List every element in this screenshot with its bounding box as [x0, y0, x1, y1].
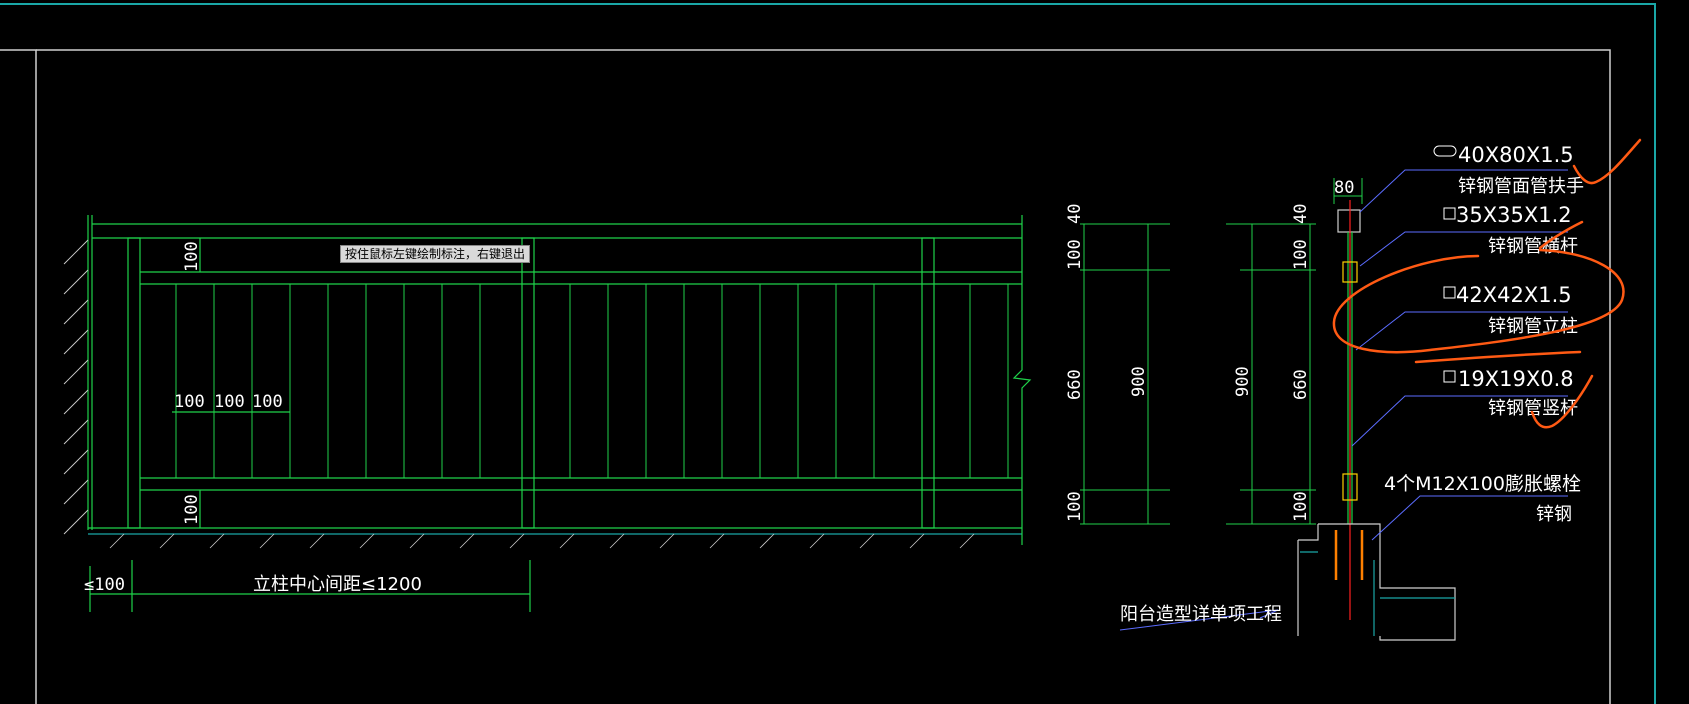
- dim-end-offset: ≤100: [84, 575, 125, 595]
- section-dimensions: [1080, 178, 1363, 525]
- label-baluster-size: 19X19X0.8: [1458, 367, 1574, 391]
- cad-tooltip: 按住鼠标左键绘制标注，右键退出: [340, 245, 531, 263]
- stroke-markup: [1414, 350, 1582, 364]
- label-bolt-name: 锌钢: [1536, 504, 1572, 525]
- dim-right-660: 660: [1291, 369, 1311, 400]
- label-post-name: 锌钢管立柱: [1488, 316, 1578, 337]
- label-crossbar-size: 35X35X1.2: [1456, 203, 1572, 227]
- drawing-frame: [0, 49, 37, 704]
- viewport-border: [0, 3, 1656, 704]
- railing-elevation: [63, 215, 1032, 612]
- label-crossbar-name: 锌钢管横杆: [1488, 236, 1578, 257]
- dim-post-spacing: 立柱中心间距≤1200: [253, 574, 422, 595]
- dim-left-40: 40: [1065, 204, 1085, 224]
- dim-width-80: 80: [1334, 178, 1354, 198]
- dim-right-40: 40: [1291, 204, 1311, 224]
- dim-bar-spacing-1: 100: [174, 392, 205, 412]
- dim-total-left: 900: [1129, 366, 1149, 397]
- label-post-size: 42X42X1.5: [1456, 283, 1572, 307]
- dim-left-100-bottom: 100: [1065, 491, 1085, 522]
- label-project-note: 阳台造型详单项工程: [1120, 604, 1282, 625]
- label-handrail-name: 锌钢管面管扶手: [1458, 176, 1584, 197]
- dim-right-100-top: 100: [1291, 239, 1311, 270]
- dim-left-660: 660: [1065, 369, 1085, 400]
- dim-total-right: 900: [1233, 366, 1253, 397]
- label-bolt-size: 4个M12X100膨胀螺栓: [1384, 473, 1581, 495]
- dim-bottom-rail: 100: [182, 494, 202, 525]
- label-handrail-size: 40X80X1.5: [1458, 143, 1574, 167]
- dim-top-rail: 100: [182, 241, 202, 272]
- cad-drawing-canvas[interactable]: 100 100 100 100 100 ≤100 立柱中心间距≤1200 40 …: [0, 0, 1689, 704]
- dim-right-100-bottom: 100: [1291, 491, 1311, 522]
- dim-left-100-top: 100: [1065, 239, 1085, 270]
- dim-bar-spacing-3: 100: [252, 392, 283, 412]
- railing-section: [1297, 200, 1456, 641]
- dim-bar-spacing-2: 100: [214, 392, 245, 412]
